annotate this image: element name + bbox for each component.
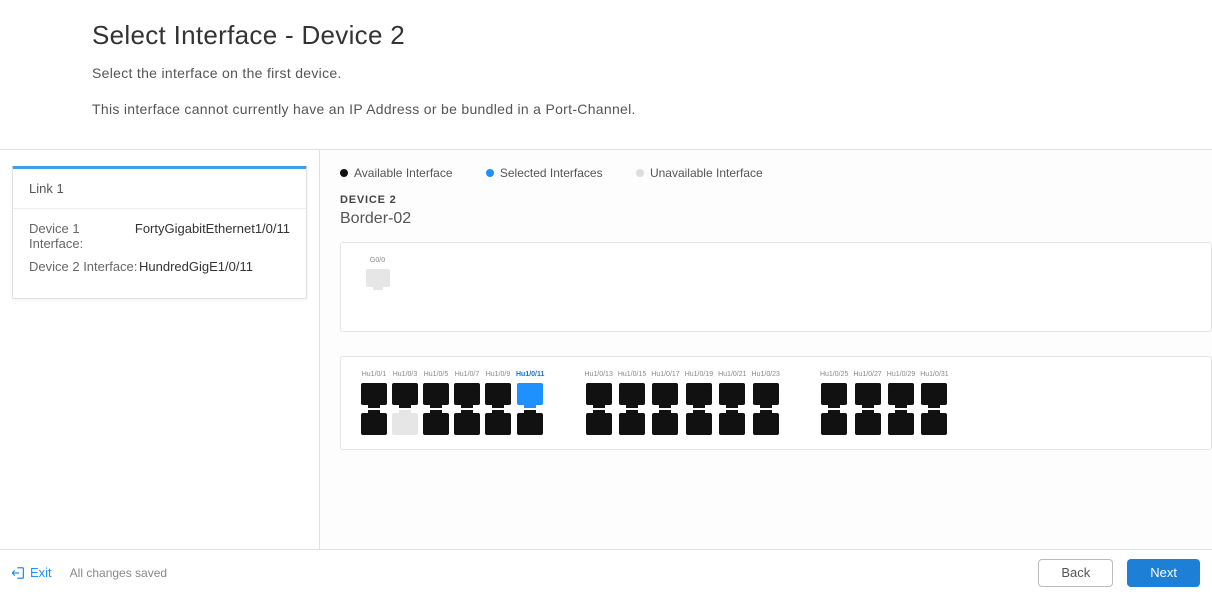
port-label: Hu1/0/11 (516, 371, 544, 381)
port-Hu1/0/9[interactable] (485, 383, 511, 405)
port-Hu1/0/27[interactable] (855, 383, 881, 405)
port-bottom[interactable] (586, 413, 612, 435)
port-Hu1/0/31[interactable] (921, 383, 947, 405)
port-Hu1/0/23[interactable] (753, 383, 779, 405)
port-label: Hu1/0/13 (584, 371, 612, 381)
port-bottom[interactable] (686, 413, 712, 435)
port-Hu1/0/25[interactable] (821, 383, 847, 405)
sidebar: Link 1 Device 1 Interface: FortyGigabitE… (0, 150, 320, 560)
port-bottom[interactable] (855, 413, 881, 435)
port-label: Hu1/0/17 (651, 371, 679, 381)
port-label: Hu1/0/29 (887, 371, 915, 381)
exit-link[interactable]: Exit (12, 565, 52, 580)
dot-available-icon (340, 169, 348, 177)
port-Hu1/0/15[interactable] (619, 383, 645, 405)
port-bottom[interactable] (454, 413, 480, 435)
port-label: Hu1/0/3 (393, 371, 418, 381)
exit-icon (12, 566, 26, 580)
device-name: Border-02 (340, 210, 1212, 228)
device-number-label: DEVICE 2 (340, 194, 1212, 206)
port-Hu1/0/5[interactable] (423, 383, 449, 405)
port-label: Hu1/0/1 (362, 371, 387, 381)
page-note: This interface cannot currently have an … (92, 101, 1120, 117)
device1-interface-value: FortyGigabitEthernet1/0/11 (135, 221, 290, 251)
port-label: Hu1/0/5 (424, 371, 449, 381)
port-label: Hu1/0/25 (820, 371, 848, 381)
port-label: Hu1/0/9 (486, 371, 511, 381)
port-bottom[interactable] (619, 413, 645, 435)
legend-unavailable: Unavailable Interface (636, 166, 763, 180)
device2-interface-value: HundredGigE1/0/11 (139, 259, 253, 274)
port-Hu1/0/13[interactable] (586, 383, 612, 405)
page-title: Select Interface - Device 2 (92, 20, 1120, 51)
port-G0/0 (366, 269, 390, 287)
page-header: Select Interface - Device 2 Select the i… (0, 0, 1212, 150)
legend: Available Interface Selected Interfaces … (340, 166, 1212, 180)
link-card[interactable]: Link 1 Device 1 Interface: FortyGigabitE… (12, 166, 307, 299)
port-Hu1/0/29[interactable] (888, 383, 914, 405)
main-panel: Available Interface Selected Interfaces … (320, 150, 1212, 560)
back-button[interactable]: Back (1038, 559, 1113, 587)
port-bottom[interactable] (921, 413, 947, 435)
port-Hu1/0/3[interactable] (392, 383, 418, 405)
port-bottom[interactable] (888, 413, 914, 435)
port-label: Hu1/0/7 (455, 371, 480, 381)
port-bottom[interactable] (361, 413, 387, 435)
port-Hu1/0/19[interactable] (686, 383, 712, 405)
dot-unavailable-icon (636, 169, 644, 177)
legend-available: Available Interface (340, 166, 453, 180)
port-label: Hu1/0/21 (718, 371, 746, 381)
chassis-1: G0/0 (340, 242, 1212, 332)
port-label: Hu1/0/23 (752, 371, 780, 381)
port-bottom[interactable] (423, 413, 449, 435)
page-subtitle: Select the interface on the first device… (92, 65, 1120, 81)
port-Hu1/0/21[interactable] (719, 383, 745, 405)
legend-selected: Selected Interfaces (486, 166, 603, 180)
port-bottom[interactable] (719, 413, 745, 435)
port-Hu1/0/1[interactable] (361, 383, 387, 405)
port-Hu1/0/17[interactable] (652, 383, 678, 405)
port-bottom[interactable] (485, 413, 511, 435)
port-bottom[interactable] (652, 413, 678, 435)
port-bottom[interactable] (517, 413, 543, 435)
port-label: Hu1/0/19 (685, 371, 713, 381)
port-bottom (392, 413, 418, 435)
port-label: Hu1/0/31 (920, 371, 948, 381)
port-Hu1/0/11[interactable] (517, 383, 543, 405)
port-label: G0/0 (370, 257, 385, 267)
save-status: All changes saved (70, 566, 167, 580)
port-bottom[interactable] (753, 413, 779, 435)
link-card-title: Link 1 (13, 169, 306, 209)
device2-interface-label: Device 2 Interface: (29, 259, 139, 274)
next-button[interactable]: Next (1127, 559, 1200, 587)
device1-interface-label: Device 1 Interface: (29, 221, 135, 251)
dot-selected-icon (486, 169, 494, 177)
footer-bar: Exit All changes saved Back Next (0, 549, 1212, 595)
port-label: Hu1/0/15 (618, 371, 646, 381)
port-label: Hu1/0/27 (853, 371, 881, 381)
port-bottom[interactable] (821, 413, 847, 435)
chassis-2: Hu1/0/1 Hu1/0/3 Hu1/0/5 Hu1/0/7 Hu1/0/9 Hu1/0… (340, 356, 1212, 450)
port-Hu1/0/7[interactable] (454, 383, 480, 405)
